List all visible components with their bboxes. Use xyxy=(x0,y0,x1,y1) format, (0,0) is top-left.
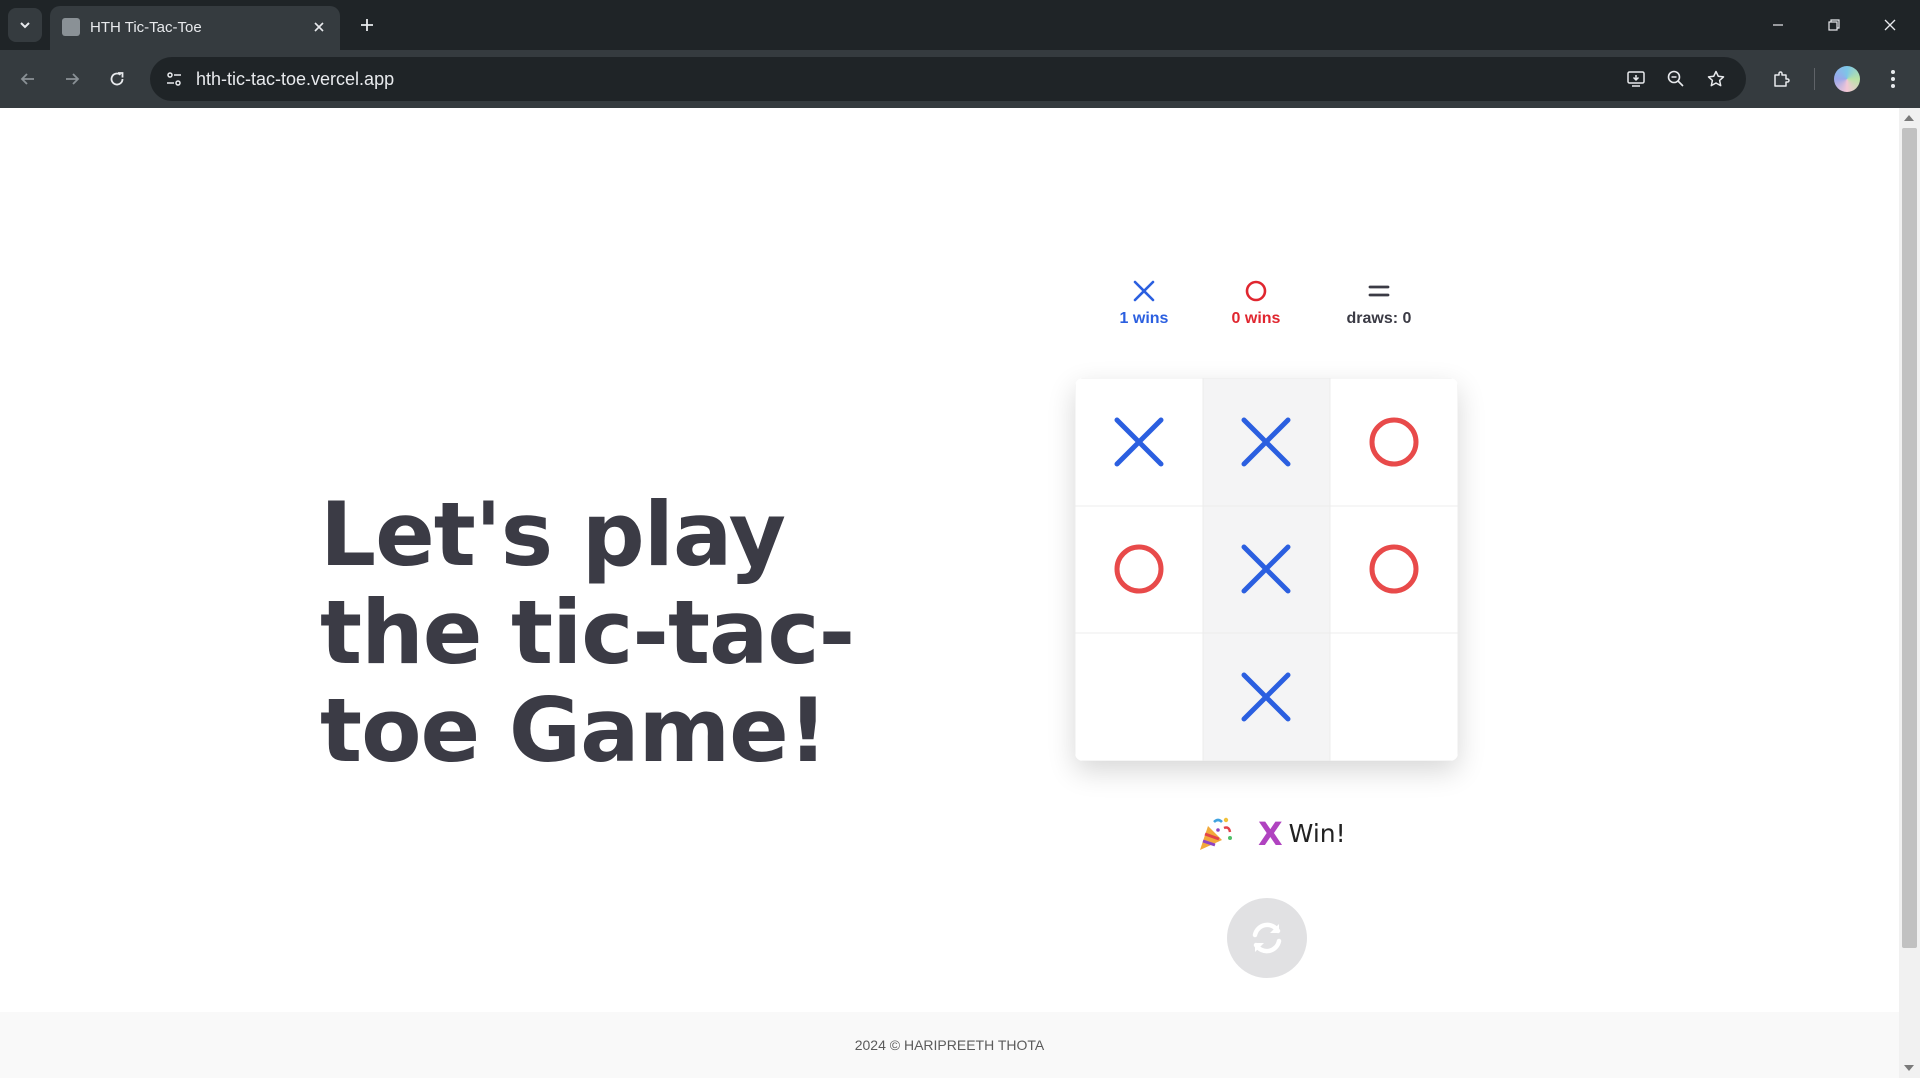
game-board xyxy=(1075,378,1458,761)
close-icon xyxy=(1884,19,1896,31)
x-mark-icon xyxy=(1241,544,1291,594)
browser-menu-button[interactable] xyxy=(1877,63,1909,95)
star-icon xyxy=(1707,70,1725,87)
install-app-button[interactable] xyxy=(1622,65,1650,93)
close-icon xyxy=(314,22,324,32)
plus-icon xyxy=(361,19,373,31)
extensions-button[interactable] xyxy=(1765,63,1797,95)
tab-close-button[interactable] xyxy=(308,16,330,38)
x-mark-icon xyxy=(1241,417,1291,467)
url-text[interactable]: hth-tic-tac-toe.vercel.app xyxy=(196,69,394,90)
scrollbar-thumb[interactable] xyxy=(1902,128,1917,948)
active-tab[interactable]: HTH Tic-Tac-Toe xyxy=(50,6,340,50)
new-tab-button[interactable] xyxy=(352,10,382,40)
arrow-right-icon xyxy=(66,73,80,85)
board-cell[interactable] xyxy=(1330,378,1458,506)
board-cell[interactable] xyxy=(1202,633,1331,761)
more-vertical-icon xyxy=(1891,70,1895,88)
puzzle-icon xyxy=(1774,71,1790,87)
board-cell[interactable] xyxy=(1075,633,1203,761)
winner-mark: X xyxy=(1258,815,1283,853)
board-cell[interactable] xyxy=(1202,378,1331,506)
heading-line: Let's play xyxy=(320,483,786,586)
page-viewport: Let's play the tic-tac- toe Game! 1 wins… xyxy=(0,108,1920,1080)
board-cell[interactable] xyxy=(1330,633,1458,761)
tab-title: HTH Tic-Tac-Toe xyxy=(90,19,202,36)
scroll-down-arrow-icon[interactable] xyxy=(1904,1065,1914,1071)
result-message: X Win! xyxy=(1190,812,1346,856)
vertical-scrollbar[interactable] xyxy=(1899,108,1920,1078)
scroll-up-arrow-icon[interactable] xyxy=(1904,115,1914,121)
score-draws: draws: 0 xyxy=(1324,274,1434,328)
minimize-icon xyxy=(1773,24,1783,26)
reload-icon xyxy=(110,72,124,86)
restore-button[interactable] xyxy=(1814,8,1854,42)
board-cell[interactable] xyxy=(1330,505,1458,634)
score-o: 0 wins xyxy=(1201,274,1311,328)
refresh-icon xyxy=(1252,922,1282,954)
o-mark-icon xyxy=(1369,417,1419,467)
favicon-icon xyxy=(62,18,80,36)
chevron-down-icon xyxy=(20,22,30,29)
browser-toolbar: hth-tic-tac-toe.vercel.app xyxy=(0,50,1920,108)
heading-line: toe Game! xyxy=(320,679,828,782)
reload-button[interactable] xyxy=(101,63,133,95)
party-popper-icon xyxy=(1190,812,1238,856)
install-icon xyxy=(1627,71,1645,87)
board-cell[interactable] xyxy=(1075,505,1203,634)
o-mark-icon xyxy=(1369,544,1419,594)
site-info-button[interactable] xyxy=(160,65,188,93)
win-text: Win! xyxy=(1288,819,1346,848)
heading-line: the tic-tac- xyxy=(320,581,855,684)
forward-button[interactable] xyxy=(56,63,88,95)
address-bar[interactable]: hth-tic-tac-toe.vercel.app xyxy=(150,57,1746,101)
profile-avatar[interactable] xyxy=(1834,66,1860,92)
back-button[interactable] xyxy=(12,63,44,95)
board-cell[interactable] xyxy=(1202,505,1331,634)
x-mark-icon xyxy=(1241,672,1291,722)
copyright-text: 2024 © HARIPREETH THOTA xyxy=(854,1037,1045,1053)
page-heading: Let's play the tic-tac- toe Game! xyxy=(320,486,880,780)
score-x: 1 wins xyxy=(1089,274,1199,328)
equals-icon xyxy=(1324,274,1434,308)
o-wins-label: 0 wins xyxy=(1231,310,1281,327)
arrow-left-icon xyxy=(20,73,34,85)
toolbar-divider xyxy=(1814,68,1815,90)
bookmark-button[interactable] xyxy=(1702,65,1730,93)
tune-icon xyxy=(167,72,181,86)
x-mark-icon xyxy=(1114,417,1164,467)
draws-label: draws: 0 xyxy=(1346,310,1412,327)
restore-icon xyxy=(1828,19,1840,31)
browser-tab-bar: HTH Tic-Tac-Toe xyxy=(0,0,1920,50)
zoom-button[interactable] xyxy=(1662,65,1690,93)
restart-button[interactable] xyxy=(1227,898,1307,978)
tab-search-button[interactable] xyxy=(8,8,42,42)
zoom-out-icon xyxy=(1667,70,1684,87)
page-footer: 2024 © HARIPREETH THOTA xyxy=(0,1012,1899,1078)
x-mark-icon xyxy=(1089,274,1199,308)
board-cell[interactable] xyxy=(1075,378,1203,506)
o-mark-icon xyxy=(1114,544,1164,594)
minimize-button[interactable] xyxy=(1758,8,1798,42)
x-wins-label: 1 wins xyxy=(1119,310,1169,327)
o-mark-icon xyxy=(1201,274,1311,308)
close-window-button[interactable] xyxy=(1870,8,1910,42)
